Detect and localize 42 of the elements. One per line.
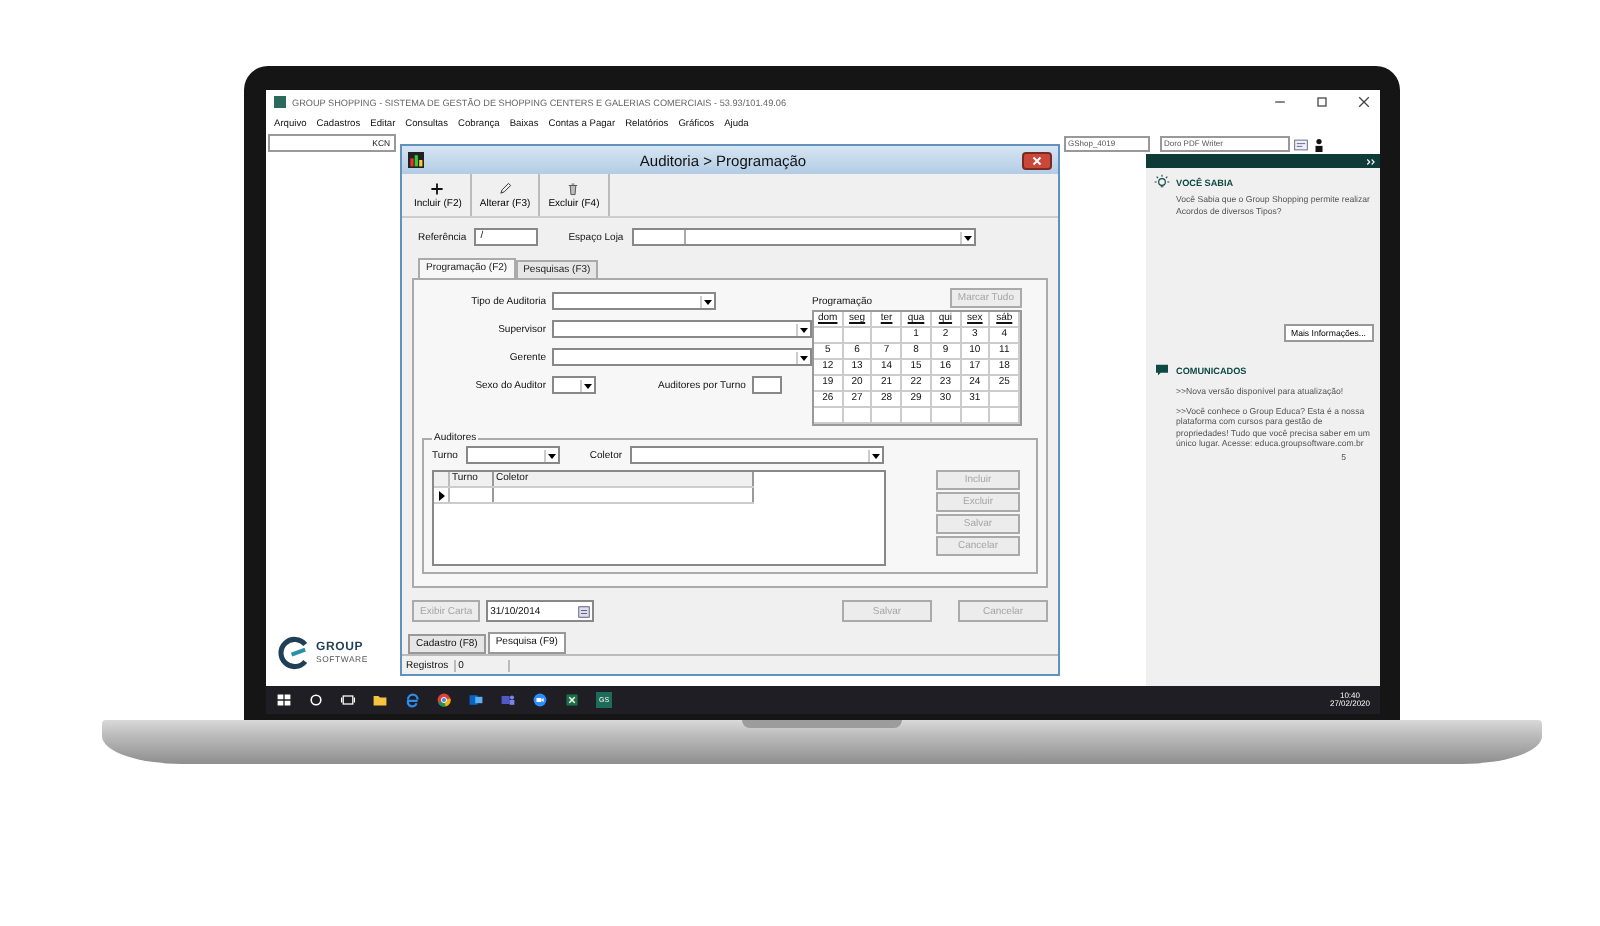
caret-icon xyxy=(796,351,810,363)
select-field[interactable] xyxy=(552,348,812,366)
task-view-icon[interactable] xyxy=(340,692,356,708)
folder-icon[interactable] xyxy=(372,692,388,708)
mail-icon[interactable] xyxy=(468,692,484,708)
double-chevron-icon[interactable] xyxy=(1366,157,1376,165)
caret-icon xyxy=(700,295,714,307)
calendar-icon xyxy=(578,605,591,617)
select-field[interactable] xyxy=(552,320,812,338)
close-icon xyxy=(1030,153,1044,167)
close-button[interactable] xyxy=(1022,151,1052,169)
person-icon[interactable] xyxy=(1312,137,1326,151)
row-pointer-icon xyxy=(437,489,445,501)
search-icon[interactable] xyxy=(308,692,324,708)
caret-icon xyxy=(796,323,810,335)
round-logo-icon[interactable] xyxy=(436,692,452,708)
select-field[interactable] xyxy=(631,228,976,246)
chat-icon xyxy=(1154,362,1170,379)
notepad-icon[interactable] xyxy=(1294,137,1308,151)
select-field[interactable] xyxy=(465,446,560,464)
maximize-icon[interactable] xyxy=(1314,94,1330,110)
browser-icon[interactable] xyxy=(404,692,420,708)
lightbulb-icon xyxy=(1154,174,1170,190)
video-camera-icon[interactable] xyxy=(532,692,548,708)
spreadsheet-icon[interactable] xyxy=(564,692,580,708)
caret-icon xyxy=(959,231,974,243)
logo-icon xyxy=(278,636,312,670)
caret-icon xyxy=(580,379,594,391)
pencil-icon xyxy=(498,181,513,195)
trash-icon xyxy=(566,181,581,195)
close-icon[interactable] xyxy=(1356,94,1372,110)
caret-icon xyxy=(868,449,883,461)
plus-icon xyxy=(430,181,445,195)
app-icon xyxy=(274,96,286,108)
input-field[interactable] xyxy=(751,376,782,394)
select-field[interactable] xyxy=(552,292,716,310)
select-field[interactable] xyxy=(552,376,596,394)
caret-icon xyxy=(543,449,558,461)
people-icon[interactable] xyxy=(500,692,516,708)
chart-icon xyxy=(408,152,424,168)
windows-icon[interactable] xyxy=(276,692,292,708)
select-field[interactable] xyxy=(630,446,885,464)
